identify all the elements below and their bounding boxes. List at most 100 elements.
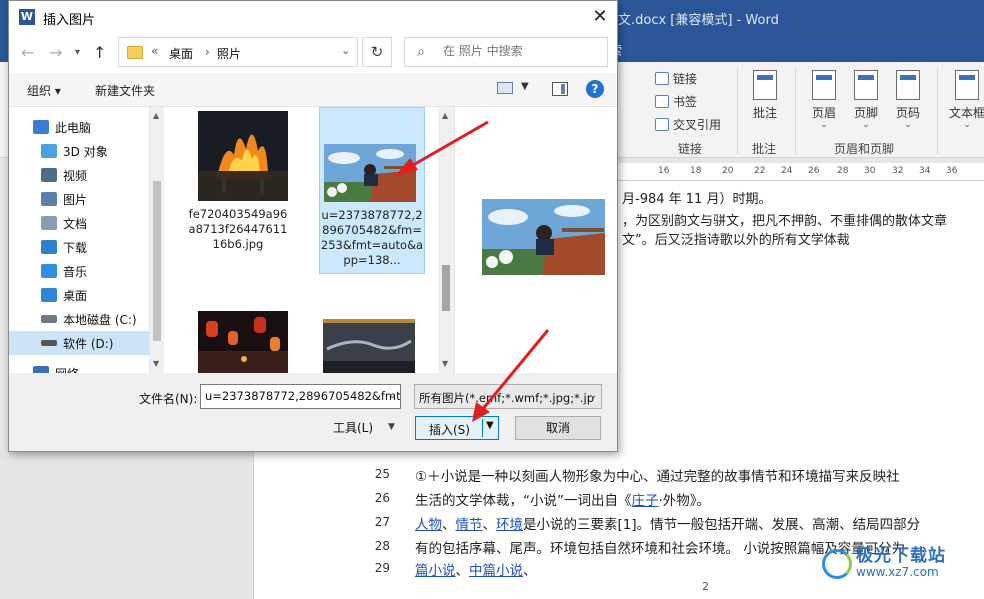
cross-reference-button[interactable]: 交叉引用: [655, 116, 721, 133]
ruler-tick: 20: [722, 166, 734, 176]
change-view-icon[interactable]: [497, 82, 513, 94]
ruler-tick: 34: [919, 166, 931, 176]
organize-button[interactable]: 组织 ▾: [27, 82, 61, 99]
forward-arrow-icon[interactable]: →: [49, 43, 62, 62]
bookmark-button[interactable]: 书签: [655, 93, 697, 110]
footer-label: 页脚: [853, 106, 878, 120]
hyperlink-environment[interactable]: 环境: [496, 517, 523, 533]
page-number-button[interactable]: 页码 ⌄: [887, 70, 929, 130]
address-bar[interactable]: « 桌面 › 照片 ⌄: [118, 37, 358, 67]
ruler-tick: 28: [837, 166, 849, 176]
search-box[interactable]: ⌕: [404, 37, 608, 67]
document-icon: [41, 216, 57, 230]
header-footer-group-label: 页眉和页脚: [834, 142, 895, 156]
breadcrumb-desktop[interactable]: 桌面: [169, 45, 193, 62]
chevron-down-icon[interactable]: ⌄: [341, 44, 350, 57]
nav-item-software-d[interactable]: 软件 (D:): [9, 331, 149, 355]
link-icon: [655, 72, 669, 85]
back-arrow-icon[interactable]: ←: [21, 43, 34, 62]
text-run: 、: [455, 563, 470, 579]
page-number-icon: [896, 70, 920, 100]
textbox-button[interactable]: 文本框 ⌄: [943, 70, 984, 130]
nav-item-3d-objects[interactable]: 3D 对象: [9, 139, 149, 163]
text-run: 是小说的三要素[1]。情节一般包括开端、发展、高潮、结局四部分: [523, 517, 921, 533]
scroll-down-icon[interactable]: ▼: [442, 359, 448, 368]
file-type-select[interactable]: 所有图片(*.emf;*.wmf;*.jpg;*.jp: [414, 384, 602, 409]
night-sky-thumbnail-image: [323, 319, 415, 373]
file-name-label: 文件名(N):: [139, 392, 198, 406]
link-button[interactable]: 链接: [655, 70, 697, 87]
nav-item-label: 视频: [63, 168, 88, 183]
nav-item-videos[interactable]: 视频: [9, 163, 149, 187]
document-text-line: 人物、情节、环境是小说的三要素[1]。情节一般包括开端、发展、高潮、结局四部分: [415, 513, 920, 533]
nav-item-documents[interactable]: 文档: [9, 211, 149, 235]
nav-item-desktop[interactable]: 桌面: [9, 283, 149, 307]
nav-item-downloads[interactable]: 下载: [9, 235, 149, 259]
file-name-input[interactable]: u=2373878772,2896705482&fmt: [200, 384, 401, 409]
document-margin-area: [0, 452, 254, 599]
nav-item-this-pc[interactable]: 此电脑: [9, 115, 149, 139]
close-icon[interactable]: ✕: [587, 5, 613, 29]
line-number: 29: [374, 561, 390, 575]
watermark-url: www.xz7.com: [856, 565, 939, 579]
navigation-scrollbar[interactable]: ▲ ▼: [149, 107, 163, 373]
up-arrow-icon[interactable]: ↑: [93, 43, 106, 62]
scroll-up-icon[interactable]: ▲: [442, 111, 448, 120]
hyperlink-plot[interactable]: 情节: [456, 517, 483, 533]
header-button[interactable]: 页眉 ⌄: [803, 70, 845, 130]
search-input[interactable]: [443, 44, 603, 58]
file-item[interactable]: fe720403549a96a8713f2644761116b6.jpg: [186, 107, 292, 267]
insert-options-chevron-icon[interactable]: ▼: [486, 420, 494, 431]
nav-item-pictures[interactable]: 图片: [9, 187, 149, 211]
scroll-up-icon[interactable]: ▲: [153, 111, 159, 120]
scrollbar-thumb[interactable]: [442, 265, 450, 311]
refresh-icon[interactable]: ↻: [362, 37, 392, 67]
chevron-down-icon[interactable]: ▼: [521, 81, 529, 92]
cancel-button[interactable]: 取消: [515, 416, 601, 440]
hyperlink-short-novel[interactable]: 篇小说: [415, 563, 456, 579]
chevron-down-icon[interactable]: ⌄: [589, 390, 597, 401]
insert-button[interactable]: 插入(S) ▼: [415, 416, 499, 440]
cross-reference-icon: [655, 118, 669, 131]
nav-item-music[interactable]: 音乐: [9, 259, 149, 283]
file-list: fe720403549a96a8713f2644761116b6.jpg u=2…: [164, 107, 438, 373]
nav-item-label: 音乐: [63, 264, 88, 279]
preview-image: [482, 199, 605, 275]
scroll-down-icon[interactable]: ▼: [153, 359, 159, 368]
nav-item-local-disk-c[interactable]: 本地磁盘 (C:): [9, 307, 149, 331]
breadcrumb-overflow[interactable]: «: [151, 44, 158, 58]
drive-icon: [41, 340, 57, 346]
text-run: ·外物》。: [658, 493, 711, 509]
hyperlink-novella[interactable]: 中篇小说: [469, 563, 523, 579]
chevron-down-icon[interactable]: ▼: [388, 422, 395, 432]
tools-button[interactable]: 工具(L): [333, 419, 373, 436]
document-text-line: 月-984 年 11 月）时期。: [622, 192, 772, 207]
file-item[interactable]: [186, 309, 292, 373]
hyperlink-characters[interactable]: 人物: [415, 517, 442, 533]
ruler-tick: 22: [754, 166, 766, 176]
footer-button[interactable]: 页脚 ⌄: [845, 70, 887, 130]
preview-pane-icon[interactable]: [552, 82, 568, 96]
horizontal-ruler[interactable]: 16 18 20 22 24 26 28 30 32 34 36: [618, 163, 984, 181]
file-item-selected[interactable]: u=2373878772,2896705482&fm=253&fmt=auto&…: [319, 107, 425, 274]
comment-button[interactable]: 批注: [744, 70, 786, 121]
nav-item-label: 软件 (D:): [63, 336, 114, 351]
recent-locations-chevron-icon[interactable]: ▾: [75, 47, 80, 58]
file-name: u=2373878772,2896705482&fm=253&fmt=auto&…: [320, 208, 424, 267]
dialog-title: 插入图片: [43, 13, 96, 28]
file-list-scrollbar[interactable]: ▲ ▼: [438, 107, 454, 373]
breadcrumb-photos[interactable]: 照片: [217, 45, 241, 62]
scrollbar-thumb[interactable]: [153, 181, 161, 341]
chevron-down-icon: ⌄: [820, 120, 828, 130]
document-text-line: ①＋小说是一种以刻画人物形象为中心、通过完整的故事情节和环境描写来反映社: [415, 469, 900, 485]
ruler-tick: 24: [781, 166, 793, 176]
dialog-title-bar[interactable]: W 插入图片 ✕: [9, 1, 617, 33]
chevron-right-icon[interactable]: ›: [205, 45, 210, 59]
help-icon[interactable]: ?: [586, 80, 604, 98]
nav-item-network[interactable]: 网络: [9, 361, 149, 373]
nav-item-label: 本地磁盘 (C:): [63, 312, 137, 327]
hyperlink-zhuangzi[interactable]: 庄子: [632, 493, 659, 509]
chevron-down-icon[interactable]: ⌄: [388, 390, 396, 401]
file-item[interactable]: [319, 309, 425, 373]
new-folder-button[interactable]: 新建文件夹: [95, 82, 155, 99]
